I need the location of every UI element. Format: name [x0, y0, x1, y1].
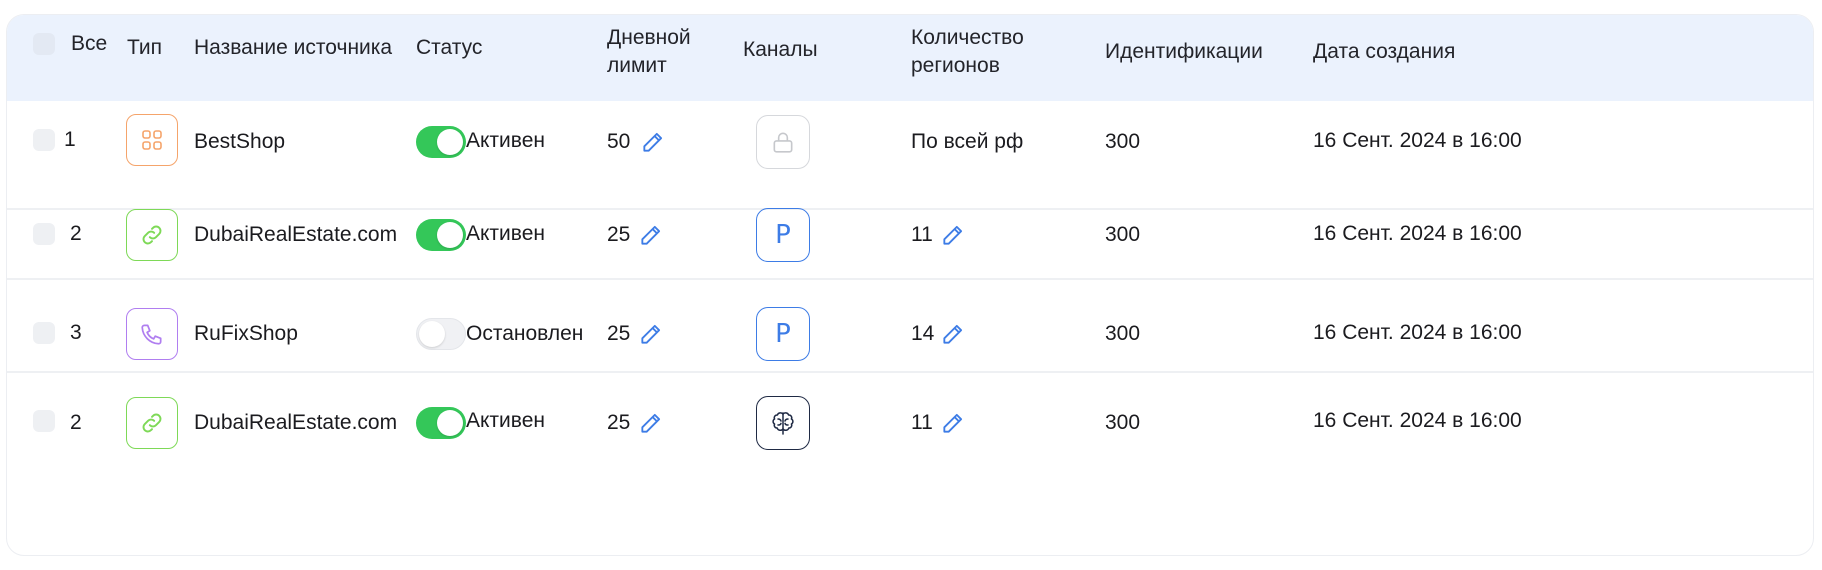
- status-text: Остановлен: [466, 321, 584, 345]
- row-checkbox[interactable]: [33, 409, 55, 432]
- status-toggle[interactable]: [416, 219, 466, 252]
- link-icon: [126, 209, 178, 262]
- row-number: 2: [70, 222, 82, 246]
- created-date: 16 Сент. 2024 в 16:00: [1313, 222, 1522, 246]
- phone-icon: [126, 307, 178, 360]
- col-regions-count[interactable]: Количество регионов: [911, 24, 1051, 80]
- regions-value: 14: [911, 321, 935, 345]
- link-icon: [126, 396, 178, 449]
- identifications-value: 300: [1105, 129, 1141, 153]
- lock-icon: [756, 114, 810, 169]
- identifications-value: 300: [1105, 321, 1141, 345]
- daily-limit-value: 50: [607, 129, 631, 153]
- pencil-icon[interactable]: [638, 410, 664, 436]
- status-toggle[interactable]: [416, 317, 466, 350]
- identifications-value: 300: [1105, 410, 1141, 434]
- created-date: 16 Сент. 2024 в 16:00: [1313, 408, 1522, 432]
- col-type[interactable]: Тип: [127, 34, 162, 62]
- source-name[interactable]: DubaiRealEstate.com: [194, 410, 397, 436]
- row-checkbox[interactable]: [33, 128, 55, 151]
- daily-limit-value: 25: [607, 410, 631, 434]
- status-toggle[interactable]: [416, 125, 466, 158]
- table-header: Все Тип Название источника Статус Дневно…: [7, 15, 1813, 101]
- status-text: Активен: [466, 408, 545, 432]
- table-row[interactable]: 2 DubaiRealEstate.com Активен 25 11 300 …: [7, 371, 1813, 555]
- table-row[interactable]: 2 DubaiRealEstate.com Активен 25 P 11 30…: [7, 171, 1813, 280]
- row-number: 1: [64, 127, 76, 151]
- created-date: 16 Сент. 2024 в 16:00: [1313, 128, 1522, 152]
- p-letter-icon: P: [756, 306, 810, 361]
- table-row[interactable]: 3 RuFixShop Остановлен 25 P 14 300 16 Се…: [7, 278, 1813, 373]
- row-checkbox[interactable]: [33, 321, 55, 344]
- col-status[interactable]: Статус: [416, 34, 482, 62]
- row-number: 2: [70, 410, 82, 434]
- select-all-checkbox[interactable]: [33, 33, 55, 55]
- status-text: Активен: [466, 128, 545, 152]
- row-checkbox[interactable]: [33, 223, 55, 246]
- source-name[interactable]: RuFixShop: [194, 321, 298, 347]
- source-name[interactable]: DubaiRealEstate.com: [194, 222, 397, 248]
- sources-table: Все Тип Название источника Статус Дневно…: [6, 14, 1814, 556]
- status-text: Активен: [466, 222, 545, 246]
- source-name[interactable]: BestShop: [194, 129, 285, 155]
- identifications-value: 300: [1105, 223, 1141, 247]
- regions-value: 11: [911, 223, 933, 247]
- regions-value: 11: [911, 410, 933, 434]
- pencil-icon[interactable]: [940, 222, 966, 248]
- status-toggle[interactable]: [416, 406, 466, 439]
- col-created-at[interactable]: Дата создания: [1313, 38, 1455, 66]
- pencil-icon[interactable]: [638, 222, 664, 248]
- pencil-icon[interactable]: [638, 321, 664, 347]
- col-identifications[interactable]: Идентификации: [1105, 38, 1263, 66]
- grid-icon: [126, 113, 178, 166]
- p-letter-icon: P: [756, 208, 810, 263]
- regions-value: По всей рф: [911, 129, 1024, 153]
- pencil-icon[interactable]: [640, 129, 666, 155]
- col-daily-limit[interactable]: Дневной лимит: [607, 24, 707, 80]
- row-number: 3: [70, 320, 82, 344]
- brain-icon: [756, 395, 810, 450]
- daily-limit-value: 25: [607, 321, 631, 345]
- daily-limit-value: 25: [607, 223, 631, 247]
- pencil-icon[interactable]: [940, 321, 966, 347]
- col-channels[interactable]: Каналы: [743, 36, 818, 64]
- pencil-icon[interactable]: [940, 410, 966, 436]
- col-source-name[interactable]: Название источника: [194, 34, 392, 62]
- col-all: Все: [71, 32, 108, 55]
- created-date: 16 Сент. 2024 в 16:00: [1313, 320, 1522, 344]
